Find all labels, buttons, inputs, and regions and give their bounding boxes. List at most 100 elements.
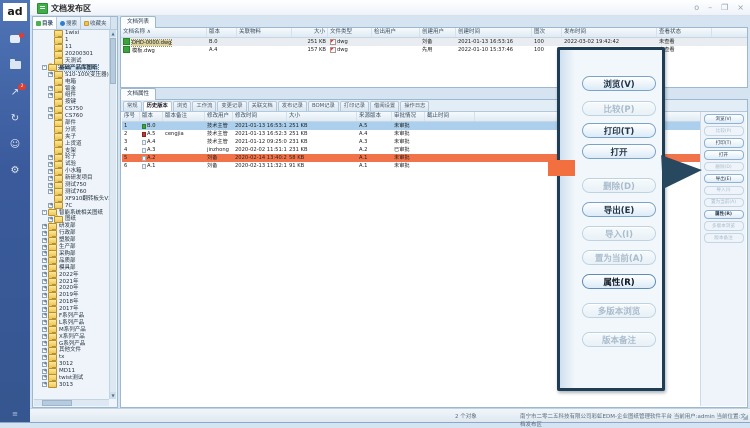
tree-expander-icon[interactable] — [42, 375, 47, 380]
tree-expander-icon[interactable] — [48, 114, 53, 119]
column-header[interactable]: 审批情况 — [392, 112, 425, 121]
tree-node[interactable]: 测试760 — [34, 188, 109, 195]
tree-expander-icon[interactable] — [48, 183, 53, 188]
tree-expander-icon[interactable] — [42, 286, 47, 291]
tree-node[interactable]: 上货道 — [34, 140, 109, 147]
nav-tab[interactable]: 搜索 — [57, 17, 81, 29]
tree-expander-icon[interactable] — [42, 327, 47, 332]
tree-expander-icon[interactable] — [42, 251, 47, 256]
minimize-icon[interactable]: – — [708, 2, 712, 13]
tree-node[interactable]: 测试750 — [34, 182, 109, 189]
column-header[interactable]: 创建时间 — [456, 28, 532, 37]
scroll-thumb[interactable] — [110, 38, 116, 84]
scroll-up-icon[interactable]: ▲ — [110, 30, 116, 37]
activity-icon[interactable]: ↗ 2 — [8, 87, 22, 99]
nav-tab[interactable]: 目录 — [33, 17, 57, 29]
tree-expander-icon[interactable] — [48, 189, 53, 194]
tree-expander-icon[interactable] — [42, 224, 47, 229]
action-button[interactable]: 属性(R) — [582, 274, 656, 289]
tree-node[interactable]: 行政部 — [34, 230, 109, 237]
tree-expander-icon[interactable] — [48, 162, 53, 167]
tree-node[interactable]: 新研发项目 — [34, 175, 109, 182]
user-icon[interactable]: ☺ — [8, 139, 22, 151]
column-header[interactable]: 截止时间 — [425, 112, 475, 121]
tree-expander-icon[interactable] — [42, 369, 47, 374]
nav-tab[interactable]: 收藏夹 — [81, 17, 111, 29]
action-button[interactable]: 删除(D) — [582, 178, 656, 193]
action-button[interactable]: 版本备注 — [582, 332, 656, 347]
tree-node[interactable]: 20200301 — [34, 51, 109, 58]
tree-expander-icon[interactable] — [42, 258, 47, 263]
action-button[interactable]: 比较(P) — [582, 101, 656, 116]
tree-node[interactable]: tx — [34, 354, 109, 361]
column-header[interactable]: 序号 — [122, 112, 140, 121]
column-header[interactable]: 版本 — [140, 112, 163, 121]
tree-expander-icon[interactable] — [42, 320, 47, 325]
props-tab[interactable]: 借阅设置 — [370, 101, 399, 111]
tree-expander-icon[interactable] — [42, 382, 47, 387]
action-button[interactable]: 导入(I) — [582, 226, 656, 241]
tree-expander-icon[interactable] — [42, 279, 47, 284]
tree-expander-icon[interactable] — [48, 176, 53, 181]
tree-node[interactable]: 部件 — [34, 120, 109, 127]
tree-node[interactable]: 研发部 — [34, 223, 109, 230]
maximize-icon[interactable]: ❐ — [721, 2, 728, 13]
resize-grip[interactable]: ◢ — [743, 413, 748, 421]
tree-node[interactable]: S10-100(变压器) — [34, 71, 109, 78]
column-header[interactable]: 文件类型 — [328, 28, 372, 37]
action-button[interactable]: 比较(P) — [704, 126, 744, 136]
table-row[interactable]: DHD-0000.dwg B.0 251 KB dwg 刘备 2021-01-1… — [121, 38, 747, 46]
tree-node[interactable]: 钣金 — [34, 85, 109, 92]
tree-expander-icon[interactable] — [42, 210, 47, 215]
tree-node[interactable]: CS760 — [34, 113, 109, 120]
tree-node[interactable]: CS750 — [34, 106, 109, 113]
action-button[interactable]: 置为当前(A) — [582, 250, 656, 265]
menu-icon[interactable]: ≡ — [0, 410, 30, 418]
tree-node[interactable]: 基础产品库图纸 — [34, 64, 109, 71]
props-tab[interactable]: 工作流 — [192, 101, 216, 111]
column-header[interactable]: 大小 — [292, 28, 328, 37]
tree-expander-icon[interactable] — [42, 313, 47, 318]
doc-list-tab[interactable]: 文档列表 — [120, 16, 156, 28]
tree-expander-icon[interactable] — [42, 355, 47, 360]
props-tab[interactable]: 常规 — [123, 101, 142, 111]
column-header[interactable]: 图次 — [532, 28, 562, 37]
sync-icon[interactable]: ↻ — [8, 113, 22, 125]
action-button[interactable]: 版本备注 — [704, 233, 744, 243]
tree-expander-icon[interactable] — [42, 265, 47, 270]
column-header[interactable]: 关联物料 — [237, 28, 292, 37]
tree-expander-icon[interactable] — [48, 93, 53, 98]
tree-node[interactable]: 11 — [34, 44, 109, 51]
tree-node[interactable]: 1 — [34, 37, 109, 44]
action-button[interactable]: 多版本浏览 — [704, 221, 744, 231]
tree-node[interactable]: 其他文件 — [34, 347, 109, 354]
action-button[interactable]: 多版本浏览 — [582, 303, 656, 318]
action-button[interactable]: 浏览(V) — [582, 76, 656, 91]
action-button[interactable]: 导出(E) — [582, 202, 656, 217]
tree-expander-icon[interactable] — [42, 362, 47, 367]
tree-node[interactable]: 7C — [34, 202, 109, 209]
tree-node[interactable]: 3013 — [34, 381, 109, 388]
tree-node[interactable]: 夹子 — [34, 133, 109, 140]
action-button[interactable]: 打印(T) — [704, 138, 744, 148]
tree-expander-icon[interactable] — [42, 307, 47, 312]
tree-expander-icon[interactable] — [42, 300, 47, 305]
tree-node[interactable]: 电箱 — [34, 78, 109, 85]
column-header[interactable]: 文档名称 ∧ — [121, 28, 207, 37]
props-tab[interactable]: 变更记录 — [217, 101, 246, 111]
tree-expander-icon[interactable] — [42, 231, 47, 236]
props-tab[interactable]: 浏览 — [173, 101, 192, 111]
tree-expander-icon[interactable] — [42, 245, 47, 250]
tree-expander-icon[interactable] — [48, 107, 53, 112]
style-icon[interactable]: o — [694, 2, 699, 13]
tree-node[interactable]: 试验 — [34, 161, 109, 168]
tree-node[interactable]: 3012 — [34, 361, 109, 368]
tree-node[interactable]: 塑胶部 — [34, 237, 109, 244]
props-tab[interactable]: BOM记录 — [308, 101, 339, 111]
doc-props-tab[interactable]: 文档属性 — [120, 88, 156, 100]
action-button[interactable]: 置为当前(A) — [704, 198, 744, 208]
tree-node[interactable]: 图纸 — [34, 216, 109, 223]
column-header[interactable]: 发布时间 — [562, 28, 657, 37]
tree-expander-icon[interactable] — [42, 293, 47, 298]
props-tab[interactable]: 操作日志 — [400, 101, 429, 111]
